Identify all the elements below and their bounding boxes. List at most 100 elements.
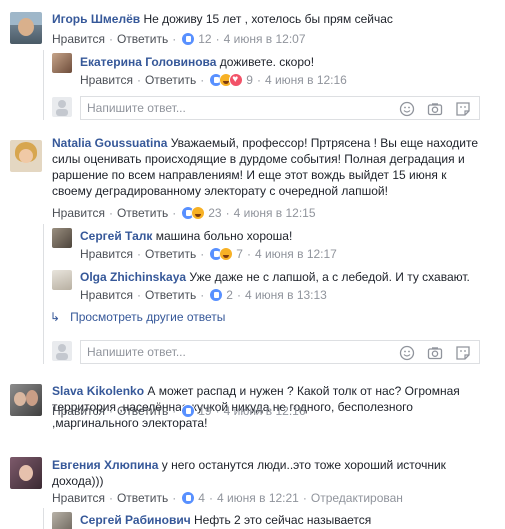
comment-body: Екатерина Головинова доживете. скоро! bbox=[80, 54, 490, 70]
reaction-summary[interactable] bbox=[181, 491, 196, 505]
avatar[interactable] bbox=[52, 512, 72, 529]
like-reaction-icon bbox=[181, 491, 196, 505]
like-link[interactable]: Нравится bbox=[52, 490, 105, 506]
reaction-summary[interactable] bbox=[181, 206, 206, 220]
comment-time[interactable]: 4 июня в 12:07 bbox=[224, 31, 306, 47]
emoji-icon[interactable] bbox=[399, 345, 415, 361]
comment-body: Евгения Хлюпина у него останутся люди..э… bbox=[52, 457, 492, 489]
comment-body: Игорь Шмелёв Не доживу 15 лет , хотелось… bbox=[52, 11, 492, 27]
reaction-summary[interactable] bbox=[209, 247, 234, 261]
emoji-icon[interactable] bbox=[399, 101, 415, 117]
reaction-summary[interactable] bbox=[209, 288, 224, 302]
thread-line bbox=[43, 50, 44, 120]
comment-text-line: своему деградированному электорату с оче… bbox=[52, 184, 388, 198]
sticker-icon[interactable] bbox=[455, 345, 471, 361]
comment-text: Уважаемый, профессор! Пртрясена ! Вы еще… bbox=[170, 136, 478, 150]
my-avatar bbox=[52, 341, 72, 361]
comment-text: Уже даже не с лапшой, а с лебедой. И ту … bbox=[189, 270, 470, 284]
reply-link[interactable]: Ответить bbox=[117, 31, 168, 47]
thread-line bbox=[43, 508, 44, 529]
love-reaction-icon bbox=[229, 72, 244, 88]
reply-link[interactable]: Ответить bbox=[117, 490, 168, 506]
comment-body: Сергей Рабинович Нефть 2 это сейчас назы… bbox=[80, 512, 490, 528]
comment-actions: Нравится· Ответить· 9· 4 июня в 12:16 bbox=[80, 72, 347, 88]
haha-reaction-icon bbox=[191, 206, 206, 220]
avatar[interactable] bbox=[52, 228, 72, 248]
reaction-count[interactable]: 23 bbox=[208, 205, 221, 221]
like-link[interactable]: Нравится bbox=[80, 246, 133, 262]
comment-author[interactable]: Сергей Рабинович bbox=[80, 513, 191, 527]
like-link[interactable]: Нравится bbox=[80, 72, 133, 88]
comment-author[interactable]: Екатерина Головинова bbox=[80, 55, 216, 69]
comment-time[interactable]: 4 июня в 12:17 bbox=[255, 246, 337, 262]
reaction-count[interactable]: 12 bbox=[198, 31, 211, 47]
comment-author[interactable]: Сергей Талк bbox=[80, 229, 152, 243]
reply-arrow-icon: ↳ bbox=[50, 310, 61, 324]
like-reaction-icon bbox=[181, 404, 196, 418]
reply-placeholder: Напишите ответ... bbox=[87, 345, 186, 359]
comment-actions: Нравится · Ответить · 19 · 4 июня в 12:16 bbox=[52, 403, 306, 419]
comment-time[interactable]: 4 июня в 12:21 bbox=[217, 490, 299, 506]
reply-link[interactable]: Ответить bbox=[117, 403, 168, 419]
comment-author[interactable]: Olga Zhichinskaya bbox=[80, 270, 186, 284]
comment-author[interactable]: Игорь Шмелёв bbox=[52, 12, 140, 26]
camera-icon[interactable] bbox=[427, 101, 443, 117]
comment-text-line: дохода))) bbox=[52, 474, 104, 488]
comment-text-line: силы оценивать происходящие в дурдоме со… bbox=[52, 152, 465, 166]
comment-author[interactable]: Natalia Goussuatina bbox=[52, 136, 167, 150]
sticker-icon[interactable] bbox=[455, 101, 471, 117]
comment-time[interactable]: 4 июня в 12:16 bbox=[224, 403, 306, 419]
comment-text: доживете. скоро! bbox=[219, 55, 315, 69]
like-link[interactable]: Нравится bbox=[80, 287, 133, 303]
reply-input[interactable]: Напишите ответ... bbox=[80, 96, 480, 120]
comment-body: Olga Zhichinskaya Уже даже не с лапшой, … bbox=[80, 269, 500, 285]
edited-label[interactable]: Отредактирован bbox=[311, 490, 403, 506]
reply-link[interactable]: Ответить bbox=[145, 246, 196, 262]
avatar[interactable] bbox=[10, 457, 42, 489]
reaction-summary[interactable] bbox=[181, 404, 196, 418]
reaction-count[interactable]: 7 bbox=[236, 246, 243, 262]
comment-actions: Нравится · Ответить · 12 · 4 июня в 12:07 bbox=[52, 31, 306, 47]
view-more-replies[interactable]: ↳ Просмотреть другие ответы bbox=[50, 309, 225, 325]
comment-time[interactable]: 4 июня в 13:13 bbox=[245, 287, 327, 303]
view-more-label: Просмотреть другие ответы bbox=[70, 310, 226, 324]
comment-body: Natalia Goussuatina Уважаемый, профессор… bbox=[52, 135, 492, 199]
like-reaction-icon bbox=[181, 32, 196, 46]
avatar[interactable] bbox=[10, 12, 42, 44]
comment-text: у него останутся люди..это тоже хороший … bbox=[161, 458, 446, 472]
comment-body: Сергей Талк машина больно хороша! bbox=[80, 228, 490, 244]
comment-author[interactable]: Евгения Хлюпина bbox=[52, 458, 158, 472]
comment-actions: Нравится · Ответить · 2 · 4 июня в 13:13 bbox=[80, 287, 327, 303]
reply-input[interactable]: Напишите ответ... bbox=[80, 340, 480, 364]
comment-text: Не доживу 15 лет , хотелось бы прям сейч… bbox=[143, 12, 393, 26]
comment-time[interactable]: 4 июня в 12:15 bbox=[234, 205, 316, 221]
avatar[interactable] bbox=[52, 53, 72, 73]
camera-icon[interactable] bbox=[427, 345, 443, 361]
like-link[interactable]: Нравится bbox=[52, 31, 105, 47]
reaction-count[interactable]: 9 bbox=[246, 72, 253, 88]
like-link[interactable]: Нравится bbox=[52, 205, 105, 221]
comment-author[interactable]: Slava Kikolenko bbox=[52, 384, 144, 398]
comment-text: Нефть 2 это сейчас называется bbox=[194, 513, 372, 527]
comment-actions: Нравится · Ответить · 4 · 4 июня в 12:21 · О… bbox=[52, 490, 403, 506]
avatar[interactable] bbox=[10, 140, 42, 172]
reaction-count[interactable]: 2 bbox=[226, 287, 233, 303]
reaction-summary[interactable] bbox=[209, 72, 244, 88]
comment-actions: Нравится · Ответить · 23 · 4 июня в 12:15 bbox=[52, 205, 316, 221]
comment-actions: Нравится · Ответить · 7 · 4 июня в 12:17 bbox=[80, 246, 337, 262]
reply-link[interactable]: Ответить bbox=[145, 287, 196, 303]
avatar[interactable] bbox=[10, 384, 42, 416]
reply-link[interactable]: Ответить bbox=[145, 72, 196, 88]
reply-tools bbox=[399, 101, 471, 117]
reaction-count[interactable]: 19 bbox=[198, 403, 211, 419]
reaction-summary[interactable] bbox=[181, 32, 196, 46]
comment-text: А может распад и нужен ? Какой толк от н… bbox=[147, 384, 460, 398]
comment-text: машина больно хороша! bbox=[155, 229, 293, 243]
comment-time[interactable]: 4 июня в 12:16 bbox=[265, 72, 347, 88]
thread-line bbox=[43, 224, 44, 364]
reply-link[interactable]: Ответить bbox=[117, 205, 168, 221]
avatar[interactable] bbox=[52, 270, 72, 290]
reaction-count[interactable]: 4 bbox=[198, 490, 205, 506]
like-link[interactable]: Нравится bbox=[52, 403, 105, 419]
comment-text-line: раршение по всем направлениям! И еще это… bbox=[52, 168, 447, 182]
